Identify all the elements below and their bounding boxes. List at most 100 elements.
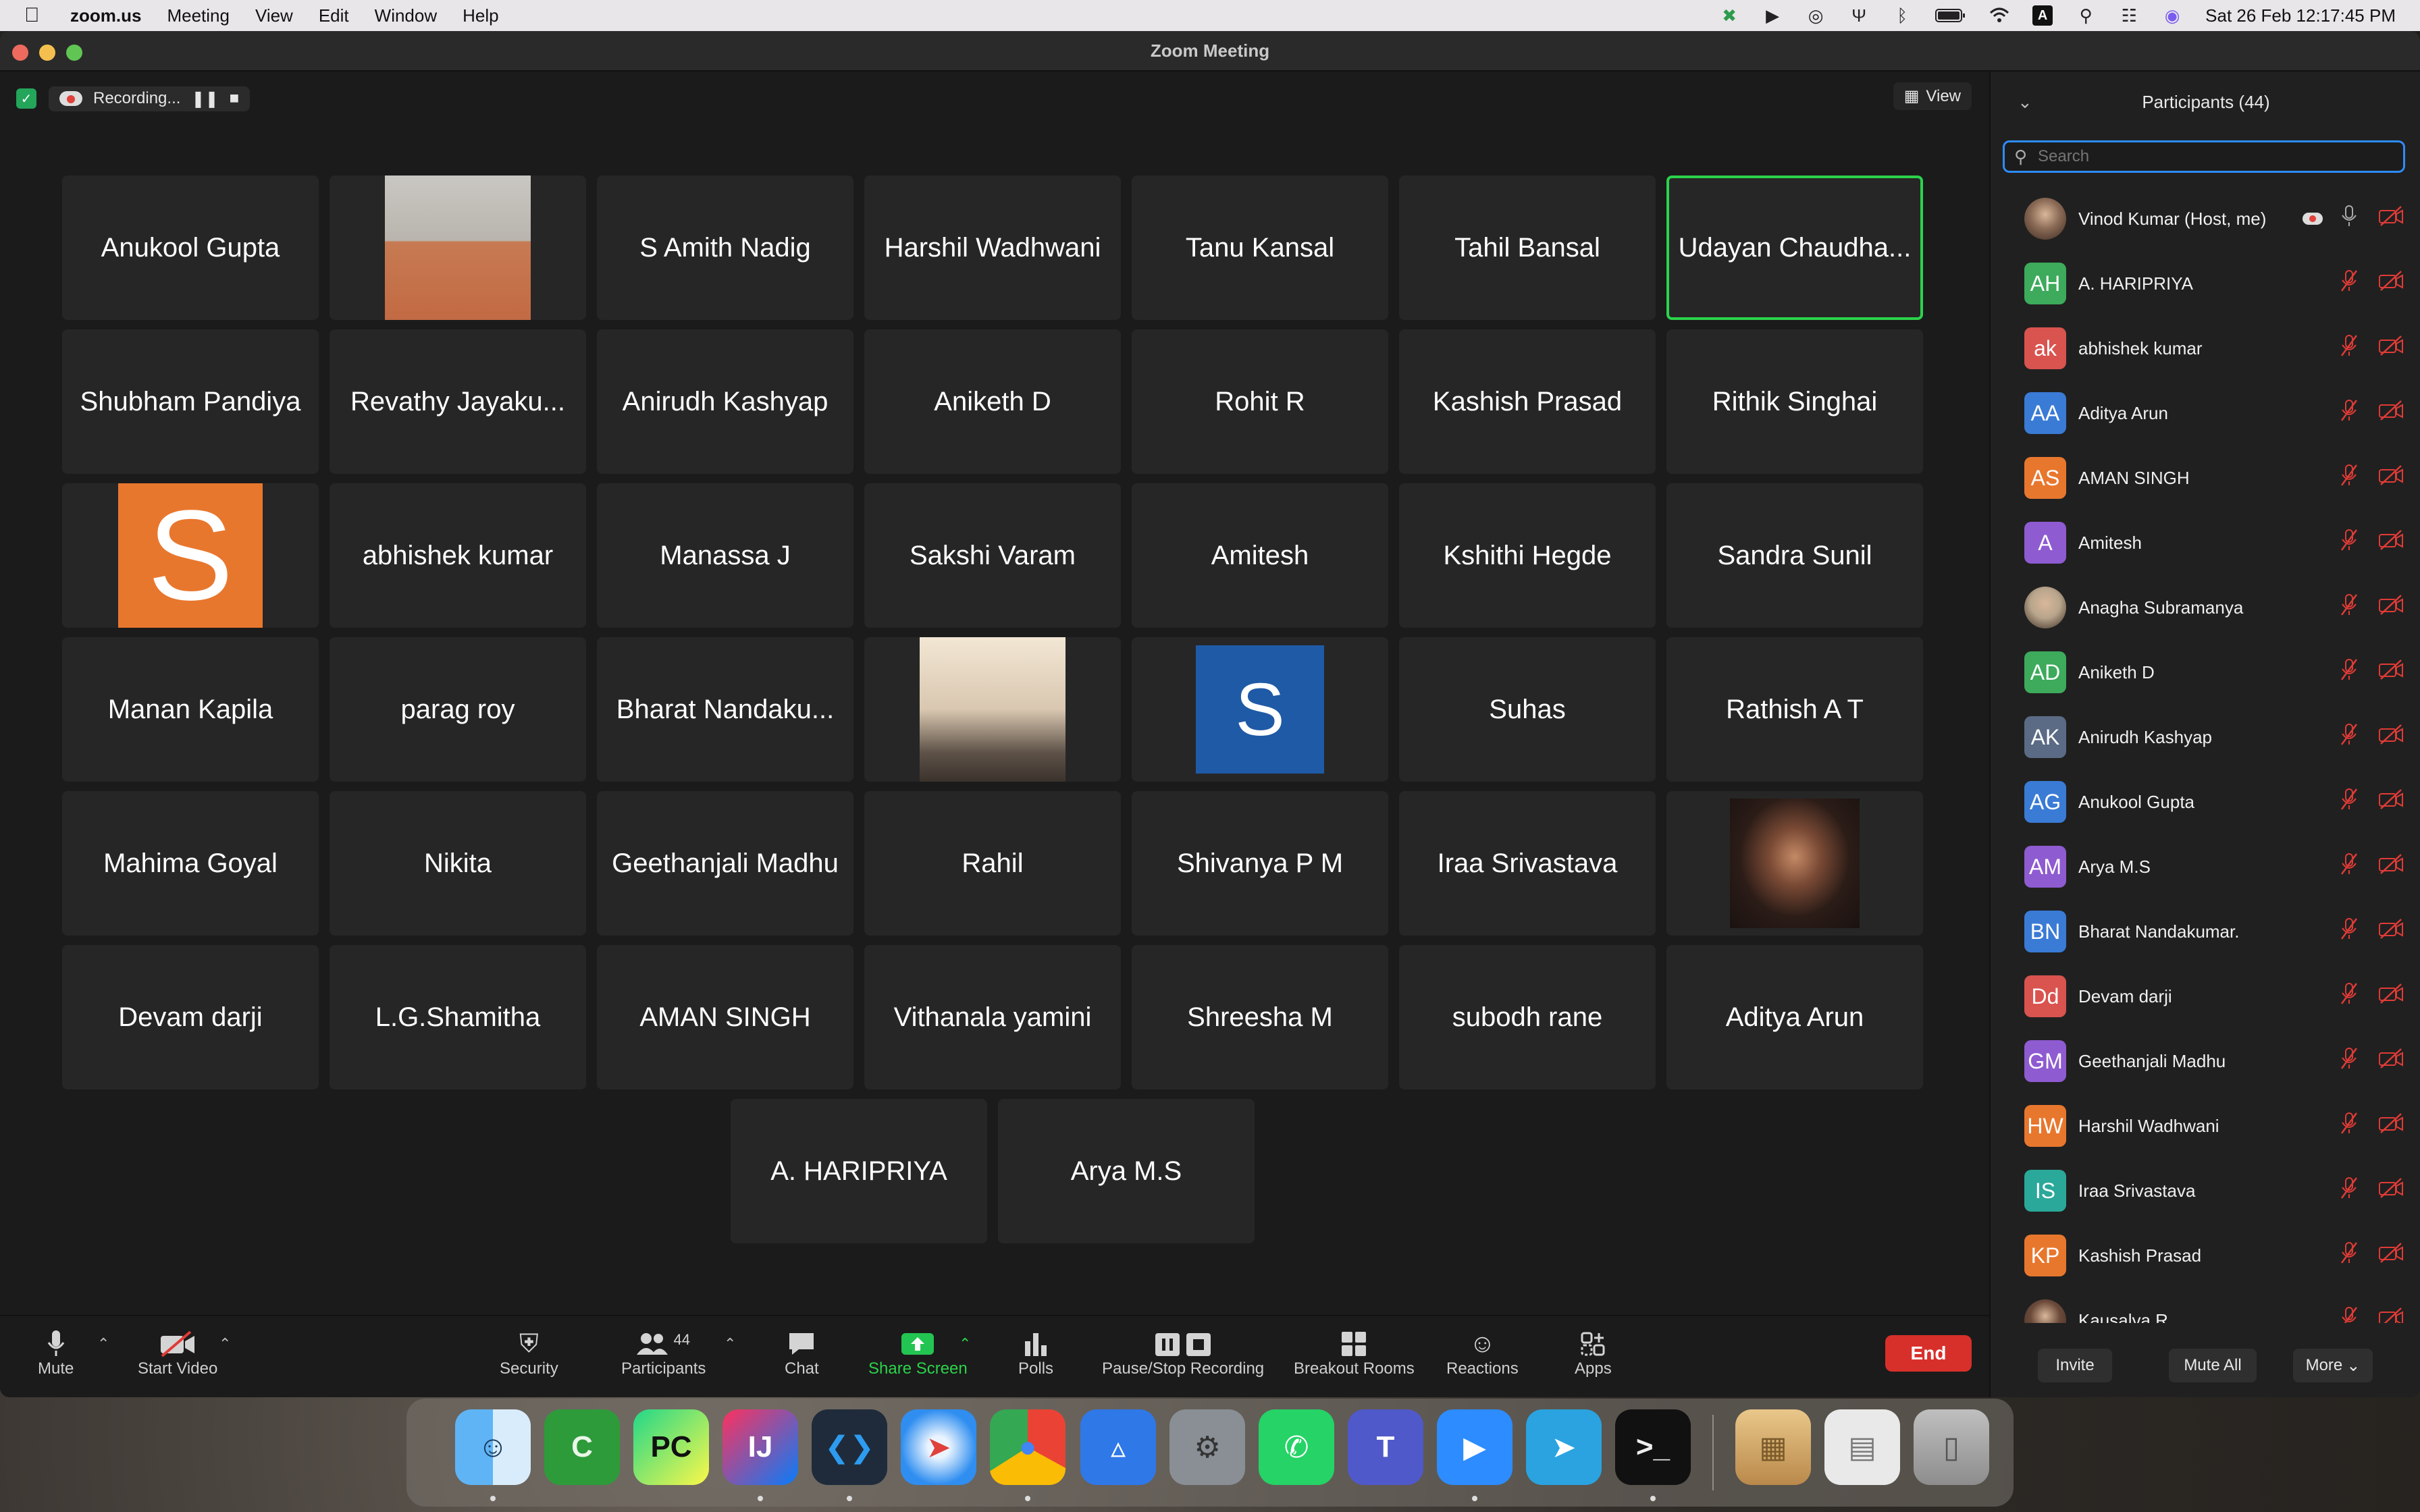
dock-keynote-icon[interactable]: ▵ [1080,1409,1156,1485]
mic-muted-icon[interactable] [2340,723,2358,751]
control-center-icon[interactable]: ☷ [2119,5,2139,26]
mic-muted-icon[interactable] [2340,399,2358,427]
participant-row[interactable]: AK Anirudh Kashyap [1991,705,2420,770]
chat-button[interactable]: Chat [785,1328,819,1378]
end-meeting-button[interactable]: End [1885,1335,1972,1372]
video-tile[interactable]: Revathy Jayaku... [330,329,586,474]
video-tile[interactable]: Rohit R [1132,329,1388,474]
mic-muted-icon[interactable] [2340,917,2358,946]
participants-options-chevron-icon[interactable]: ⌃ [724,1335,736,1353]
video-tile[interactable]: Suhas [1399,637,1656,782]
siri-icon[interactable]: ◉ [2162,5,2182,26]
menu-window[interactable]: Window [375,5,437,26]
video-off-icon[interactable] [2378,919,2404,944]
dock-teams-icon[interactable]: T [1348,1409,1423,1485]
video-tile[interactable]: Rahil [864,791,1121,936]
video-tile[interactable]: Amitesh [1132,483,1388,628]
video-tile[interactable]: Manan Kapila [62,637,319,782]
video-tile[interactable]: A. HARIPRIYA [731,1099,987,1243]
video-off-icon[interactable] [2378,1113,2404,1139]
dock-intellij-idea-icon[interactable]: IJ [722,1409,798,1485]
video-tile[interactable]: Mahima Goyal [62,791,319,936]
pause-stop-recording-button[interactable]: Pause/Stop Recording [1102,1328,1264,1378]
video-tile[interactable]: Udayan Chaudha... [1666,176,1923,320]
dock-archive-utility-icon[interactable]: ▦ [1735,1409,1811,1485]
video-off-icon[interactable] [2378,465,2404,491]
reactions-button[interactable]: ☺ Reactions [1446,1328,1519,1378]
participant-row[interactable]: Kausalya R [1991,1288,2420,1323]
dock-vs-code-icon[interactable]: ❮❯ [812,1409,887,1485]
stop-recording-icon[interactable]: ■ [230,89,240,108]
video-tile[interactable]: L.G.Shamitha [330,945,586,1089]
participant-row[interactable]: HW Harshil Wadhwani [1991,1094,2420,1158]
mic-muted-icon[interactable] [2340,1177,2358,1205]
video-tile[interactable]: Sandra Sunil [1666,483,1923,628]
status-app-icon[interactable]: ✖ [1719,5,1739,26]
polls-button[interactable]: Polls [1018,1328,1053,1378]
video-tile[interactable]: Shreesha M [1132,945,1388,1089]
participant-row[interactable]: GM Geethanjali Madhu [1991,1029,2420,1094]
video-tile[interactable]: Shivanya P M [1132,791,1388,936]
video-tile[interactable] [1666,791,1923,936]
video-off-icon[interactable] [2378,530,2404,556]
mic-muted-icon[interactable] [2340,658,2358,686]
close-window-icon[interactable] [12,45,28,61]
dock-whatsapp-icon[interactable]: ✆ [1259,1409,1334,1485]
video-off-icon[interactable] [2378,789,2404,815]
more-button[interactable]: More ⌄ [2293,1349,2373,1382]
mute-button[interactable]: Mute [38,1328,74,1378]
mic-muted-icon[interactable] [2340,853,2358,881]
video-tile[interactable]: Devam darji [62,945,319,1089]
mute-all-button[interactable]: Mute All [2169,1349,2257,1382]
video-tile[interactable]: Manassa J [597,483,853,628]
apps-button[interactable]: Apps [1575,1328,1612,1378]
input-source-icon[interactable]: A [2032,5,2053,26]
video-tile[interactable]: Aniketh D [864,329,1121,474]
minimize-window-icon[interactable] [39,45,55,61]
video-tile[interactable]: Kshithi Hegde [1399,483,1656,628]
video-off-icon[interactable] [2378,400,2404,426]
dock-terminal-icon[interactable]: >_ [1615,1409,1691,1485]
video-off-icon[interactable] [2378,1307,2404,1323]
dock-zoom-icon[interactable]: ▶ [1437,1409,1512,1485]
video-off-icon[interactable] [2378,659,2404,685]
dock-telegram-icon[interactable]: ➤ [1526,1409,1602,1485]
video-tile[interactable]: Kashish Prasad [1399,329,1656,474]
menu-view[interactable]: View [255,5,293,26]
participant-list[interactable]: Vinod Kumar (Host, me) AH A. HARIPRIYA ak ab… [1991,186,2420,1323]
dock-pycharm-icon[interactable]: PC [633,1409,709,1485]
video-off-icon[interactable] [2378,854,2404,880]
mic-muted-icon[interactable] [2340,269,2358,298]
dock-camtasia-icon[interactable]: C [544,1409,620,1485]
microphone-icon[interactable] [2340,205,2358,233]
participant-row[interactable]: IS Iraa Srivastava [1991,1158,2420,1223]
participants-button[interactable]: 44 Participants [621,1328,706,1378]
battery-icon[interactable] [1935,5,1966,26]
video-off-icon[interactable] [2378,1178,2404,1204]
security-button[interactable]: ⛨ Security [500,1328,558,1378]
play-icon[interactable]: ▶ [1762,5,1783,26]
video-off-icon[interactable] [2378,983,2404,1009]
mic-muted-icon[interactable] [2340,788,2358,816]
mic-muted-icon[interactable] [2340,1306,2358,1323]
dock-preview-icon[interactable]: ▤ [1824,1409,1900,1485]
video-tile[interactable] [330,176,586,320]
video-tile[interactable]: Anukool Gupta [62,176,319,320]
encryption-shield-icon[interactable]: ✓ [16,88,36,109]
participant-search[interactable]: ⚲ [2003,140,2405,173]
video-tile[interactable]: AMAN SINGH [597,945,853,1089]
video-off-icon[interactable] [2378,1048,2404,1074]
video-off-icon[interactable] [2378,271,2404,296]
video-off-icon[interactable] [2378,335,2404,361]
video-off-icon[interactable] [2378,724,2404,750]
menu-edit[interactable]: Edit [319,5,349,26]
video-tile[interactable]: S Amith Nadig [597,176,853,320]
fullscreen-window-icon[interactable] [66,45,82,61]
participant-row[interactable]: Anagha Subramanya [1991,575,2420,640]
mic-muted-icon[interactable] [2340,1241,2358,1270]
video-tile[interactable] [864,637,1121,782]
mic-muted-icon[interactable] [2340,982,2358,1010]
participant-row[interactable]: AS AMAN SINGH [1991,446,2420,510]
video-options-chevron-icon[interactable]: ⌃ [219,1335,231,1353]
dock-finder-icon[interactable]: ☺ [455,1409,531,1485]
